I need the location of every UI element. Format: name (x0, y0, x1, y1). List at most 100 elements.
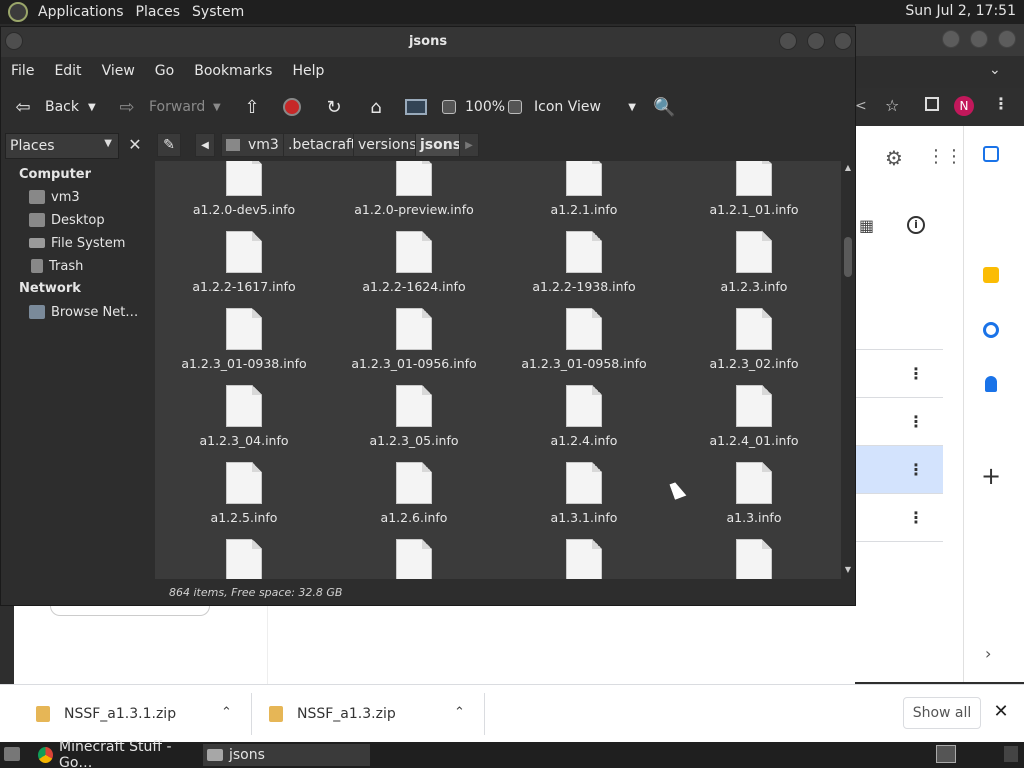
calendar-icon[interactable] (983, 146, 999, 162)
menu-file[interactable]: File (1, 63, 44, 79)
file-item[interactable]: a1.2.2-1938.info (499, 231, 669, 294)
apps-grid-icon[interactable]: ⋮⋮ (927, 146, 963, 167)
keep-icon[interactable] (983, 267, 999, 283)
path-scroll-left-button[interactable]: ◀ (195, 133, 215, 157)
stop-button[interactable] (283, 85, 301, 129)
search-button[interactable]: 🔍 (653, 85, 675, 129)
file-item[interactable]: a1.2.3.info (669, 231, 839, 294)
reload-button[interactable]: ↻ (323, 85, 345, 129)
scrollbar-thumb[interactable] (844, 237, 852, 277)
icon-view[interactable]: a1.2.0-dev5.info a1.2.0-preview.info a1.2.… (155, 161, 841, 579)
file-item[interactable]: a1.3.info (669, 462, 839, 525)
add-app-icon[interactable]: + (981, 462, 1001, 490)
taskbar-task-browser[interactable]: Minecraft Stuff - Go… (34, 739, 200, 768)
side-panel-icon[interactable] (925, 97, 939, 111)
share-icon[interactable]: < (855, 98, 867, 114)
distro-logo-icon[interactable] (8, 2, 28, 22)
tab-search-chevron-icon[interactable]: ⌄ (989, 62, 1001, 78)
sidebar-item-trash[interactable]: Trash (29, 256, 83, 276)
workspace-switcher-icon[interactable] (936, 745, 956, 763)
browser-minimize-button[interactable] (942, 30, 960, 48)
computer-button[interactable] (405, 85, 427, 129)
back-history-dropdown-icon[interactable]: ▼ (88, 85, 96, 129)
expand-panel-icon[interactable]: › (985, 644, 991, 663)
file-item[interactable]: a1.2.4.info (499, 385, 669, 448)
scroll-down-icon[interactable]: ▼ (843, 565, 853, 574)
download-item[interactable]: NSSF_a1.3.1.zip (36, 685, 176, 743)
file-item[interactable]: a1.2.3_01-0938.info (159, 308, 329, 371)
path-segment-vm3[interactable]: vm3 (221, 133, 284, 157)
sidebar-item-browse-network[interactable]: Browse Net… (29, 302, 138, 322)
places-menu[interactable]: Places (132, 4, 189, 20)
menu-view[interactable]: View (92, 63, 145, 79)
maximize-button[interactable] (807, 32, 825, 50)
sidebar-pane-select[interactable]: Places ▼ (5, 133, 119, 159)
file-item[interactable]: a1.2.1_01.info (669, 161, 839, 217)
show-desktop-icon[interactable] (4, 747, 20, 761)
close-downloads-bar-icon[interactable]: ✕ (992, 702, 1010, 722)
menu-bookmarks[interactable]: Bookmarks (184, 63, 282, 79)
file-item[interactable]: a1.2.3_04.info (159, 385, 329, 448)
file-item[interactable]: a1.2.3_01-0958.info (499, 308, 669, 371)
file-item[interactable]: a1.2.0-dev5.info (159, 161, 329, 217)
forward-history-dropdown-icon[interactable]: ▼ (213, 85, 221, 129)
download-menu-chevron-icon[interactable]: ⌃ (454, 705, 465, 720)
bookmark-star-icon[interactable]: ☆ (885, 96, 899, 115)
file-item[interactable]: a1.2.1.info (499, 161, 669, 217)
row-more-icon[interactable]: ⋮ (908, 365, 924, 383)
sidebar-close-icon[interactable]: ✕ (125, 135, 145, 155)
file-item[interactable]: a1.3.1.info (499, 462, 669, 525)
file-item[interactable]: a1.2.2-1617.info (159, 231, 329, 294)
forward-button[interactable]: ⇨ Forward (115, 85, 205, 129)
taskbar-task-file-manager[interactable]: jsons (203, 744, 370, 766)
menu-edit[interactable]: Edit (44, 63, 91, 79)
file-item[interactable]: a1.2.5.info (159, 462, 329, 525)
zoom-in-button[interactable] (508, 85, 522, 129)
path-segment-versions[interactable]: versions (353, 133, 422, 157)
file-item[interactable]: a1.2.2-1624.info (329, 231, 499, 294)
minimize-button[interactable] (779, 32, 797, 50)
row-more-icon[interactable]: ⋮ (908, 413, 924, 431)
file-item[interactable] (159, 539, 329, 579)
browser-maximize-button[interactable] (970, 30, 988, 48)
grid-view-icon[interactable]: ▦ (859, 216, 874, 235)
scroll-up-icon[interactable]: ▲ (843, 163, 853, 172)
profile-avatar-icon[interactable]: N (954, 96, 974, 116)
settings-gear-icon[interactable]: ⚙ (885, 146, 903, 170)
file-item[interactable]: a1.2.3_01-0956.info (329, 308, 499, 371)
row-more-icon[interactable]: ⋮ (908, 461, 924, 479)
file-item[interactable]: a1.2.6.info (329, 462, 499, 525)
vertical-scrollbar[interactable]: ▲ ▼ (841, 161, 855, 579)
file-item[interactable] (669, 539, 839, 579)
selected-file-row[interactable] (855, 446, 943, 494)
trash-applet-icon[interactable] (1004, 746, 1018, 762)
path-segment-betacraft[interactable]: .betacraft (283, 133, 362, 157)
contacts-icon[interactable] (985, 376, 997, 392)
sidebar-item-desktop[interactable]: Desktop (29, 210, 105, 230)
download-menu-chevron-icon[interactable]: ⌃ (221, 705, 232, 720)
applications-menu[interactable]: Applications (34, 4, 132, 20)
clock[interactable]: Sun Jul 2, 17:51 (905, 3, 1016, 19)
info-icon[interactable]: i (907, 216, 925, 234)
browser-close-button[interactable] (998, 30, 1016, 48)
menu-help[interactable]: Help (282, 63, 334, 79)
browser-menu-icon[interactable]: ⋮ (993, 94, 1009, 113)
show-all-downloads-button[interactable]: Show all (903, 697, 981, 729)
file-item[interactable] (499, 539, 669, 579)
file-item[interactable]: a1.2.3_05.info (329, 385, 499, 448)
row-more-icon[interactable]: ⋮ (908, 509, 924, 527)
file-item[interactable] (329, 539, 499, 579)
sidebar-item-file-system[interactable]: File System (29, 233, 125, 253)
window-titlebar[interactable]: jsons (1, 27, 855, 57)
path-scroll-right-button[interactable]: ▶ (459, 133, 479, 157)
up-button[interactable]: ⇧ (241, 85, 263, 129)
zoom-out-button[interactable] (442, 85, 456, 129)
view-mode-select[interactable]: Icon View ▼ (534, 85, 640, 129)
edit-location-button[interactable]: ✎ (157, 133, 181, 157)
sidebar-item-vm3[interactable]: vm3 (29, 187, 80, 207)
back-button[interactable]: ⇦ Back (11, 85, 79, 129)
tasks-icon[interactable] (983, 322, 999, 338)
file-item[interactable]: a1.2.4_01.info (669, 385, 839, 448)
file-item[interactable]: a1.2.0-preview.info (329, 161, 499, 217)
file-item[interactable]: a1.2.3_02.info (669, 308, 839, 371)
